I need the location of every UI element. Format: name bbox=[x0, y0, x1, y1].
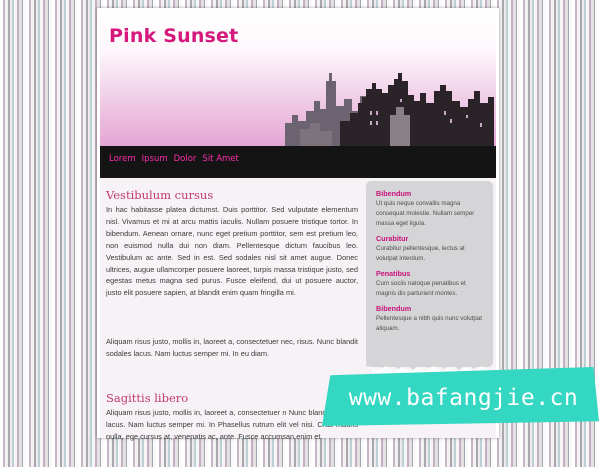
sidebar-item-text: Curabitur pellentesque, lectus at volutp… bbox=[376, 245, 465, 262]
sidebar-item: Curabitur Curabitur pellentesque, lectus… bbox=[376, 234, 487, 264]
sidebar-item-text: Pellentesque a nibh quis nunc volutpat a… bbox=[376, 315, 482, 332]
sidebar-item-title[interactable]: Curabitur bbox=[376, 234, 487, 244]
nav-item-lorem[interactable]: Lorem bbox=[106, 154, 139, 164]
nav-item-dolor[interactable]: Dolor bbox=[171, 154, 200, 164]
sidebar-item: Penatibus Cum sociis natoque penatibus e… bbox=[376, 269, 487, 299]
header-banner: Pink Sunset bbox=[100, 11, 496, 153]
city-skyline-icon bbox=[285, 73, 494, 153]
watermark-text: www.bafangjie.cn bbox=[348, 384, 579, 411]
sidebar-item-text: Ut quis neque convallis magna consequat … bbox=[376, 200, 475, 227]
section-paragraph: In hac habitasse platea dictumst. Duis p… bbox=[106, 205, 358, 298]
section-paragraph: Aliquam risus justo, mollis in, laoreet … bbox=[106, 337, 358, 358]
nav-item-ipsum[interactable]: Ipsum bbox=[139, 154, 171, 164]
sidebar-item-text: Cum sociis natoque penatibus et magnis d… bbox=[376, 280, 466, 297]
sidebar-item-title[interactable]: Bibendum bbox=[376, 304, 487, 314]
sidebar: Bibendum Ut quis neque convallis magna c… bbox=[366, 181, 493, 373]
main-column: Vestibulum cursus In hac habitasse plate… bbox=[106, 188, 358, 467]
section-title: Sagittis libero bbox=[106, 391, 189, 405]
sidebar-item-title[interactable]: Bibendum bbox=[376, 189, 487, 199]
main-nav: Lorem Ipsum Dolor Sit Amet bbox=[100, 146, 496, 178]
watermark-banner: www.bafangjie.cn bbox=[322, 367, 599, 426]
sidebar-item: Bibendum Pellentesque a nibh quis nunc v… bbox=[376, 304, 487, 334]
sidebar-item: Bibendum Ut quis neque convallis magna c… bbox=[376, 189, 487, 229]
section-title: Vestibulum cursus bbox=[106, 188, 214, 202]
nav-item-sit-amet[interactable]: Sit Amet bbox=[199, 154, 241, 164]
sidebar-item-title[interactable]: Penatibus bbox=[376, 269, 487, 279]
section-paragraph: Aliquam risus justo, mollis in, laoreet … bbox=[106, 408, 358, 441]
